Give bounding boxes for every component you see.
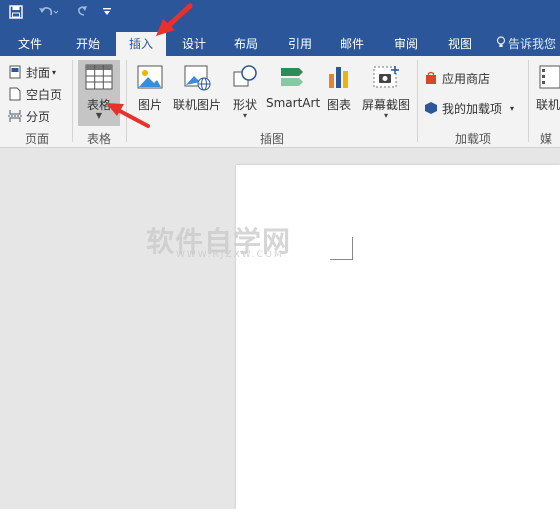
arrow-to-insert-tab [156,3,193,36]
annotation-arrows [106,3,193,128]
arrow-to-table-button [106,103,150,128]
